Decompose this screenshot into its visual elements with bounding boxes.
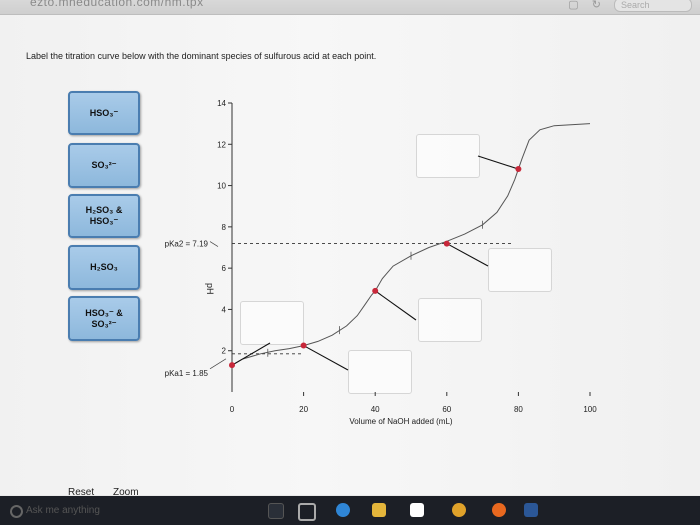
windows-taskbar: Ask me anything (0, 496, 700, 525)
y-tick-label: 2 (222, 347, 227, 356)
x-tick-label: 40 (371, 405, 380, 414)
curve-marker-point (372, 287, 379, 294)
edge-browser-icon[interactable] (336, 503, 350, 517)
x-tick-label: 60 (442, 405, 451, 414)
x-tick-label: 100 (583, 405, 597, 414)
x-tick-label: 80 (514, 405, 523, 414)
curve-marker-point (229, 362, 235, 369)
leader-line (374, 290, 417, 321)
x-tick-label: 20 (299, 405, 308, 414)
leader-line (477, 155, 519, 170)
leader-line (303, 345, 349, 371)
pka2-pointer (209, 241, 219, 247)
titration-chart: 2 4 6 8 10 12 14 0 20 40 60 80 100 Volume of NaOH add… (165, 99, 598, 426)
chart-axes (228, 102, 591, 396)
equivalence-points (229, 166, 522, 369)
microphone-icon[interactable] (268, 503, 284, 519)
file-explorer-icon[interactable] (372, 503, 386, 517)
chrome-icon[interactable] (452, 503, 466, 517)
x-tick-label: 0 (230, 405, 235, 414)
pka-guides (209, 241, 512, 370)
curve-marker-point (443, 240, 450, 247)
task-view-icon[interactable] (298, 503, 316, 521)
firefox-icon[interactable] (492, 503, 506, 517)
leader-lines (231, 155, 519, 371)
y-tick-label: 10 (217, 182, 226, 191)
y-tick-label: 6 (222, 264, 227, 273)
word-icon[interactable] (524, 503, 538, 517)
leader-line (446, 243, 489, 267)
y-axis-label: pH (205, 283, 215, 295)
titration-curve-line (231, 123, 591, 366)
pka2-label: pKa2 = 7.19 (165, 240, 209, 249)
y-tick-label: 14 (217, 99, 226, 108)
y-tick-label: 4 (222, 305, 227, 314)
axis-labels: 2 4 6 8 10 12 14 0 20 40 60 80 100 Volume of NaOH add… (165, 99, 598, 426)
titration-curve (231, 123, 591, 366)
store-icon[interactable] (410, 503, 424, 517)
x-axis-label: Volume of NaOH added (mL) (349, 417, 452, 426)
curve-marker-point (300, 342, 307, 349)
pka1-pointer (209, 358, 227, 370)
y-tick-label: 12 (217, 140, 226, 149)
y-tick-label: 8 (222, 223, 227, 232)
curve-marker-point (515, 166, 522, 173)
pka1-label: pKa1 = 1.85 (165, 369, 209, 378)
taskbar-search[interactable]: Ask me anything (8, 500, 246, 521)
